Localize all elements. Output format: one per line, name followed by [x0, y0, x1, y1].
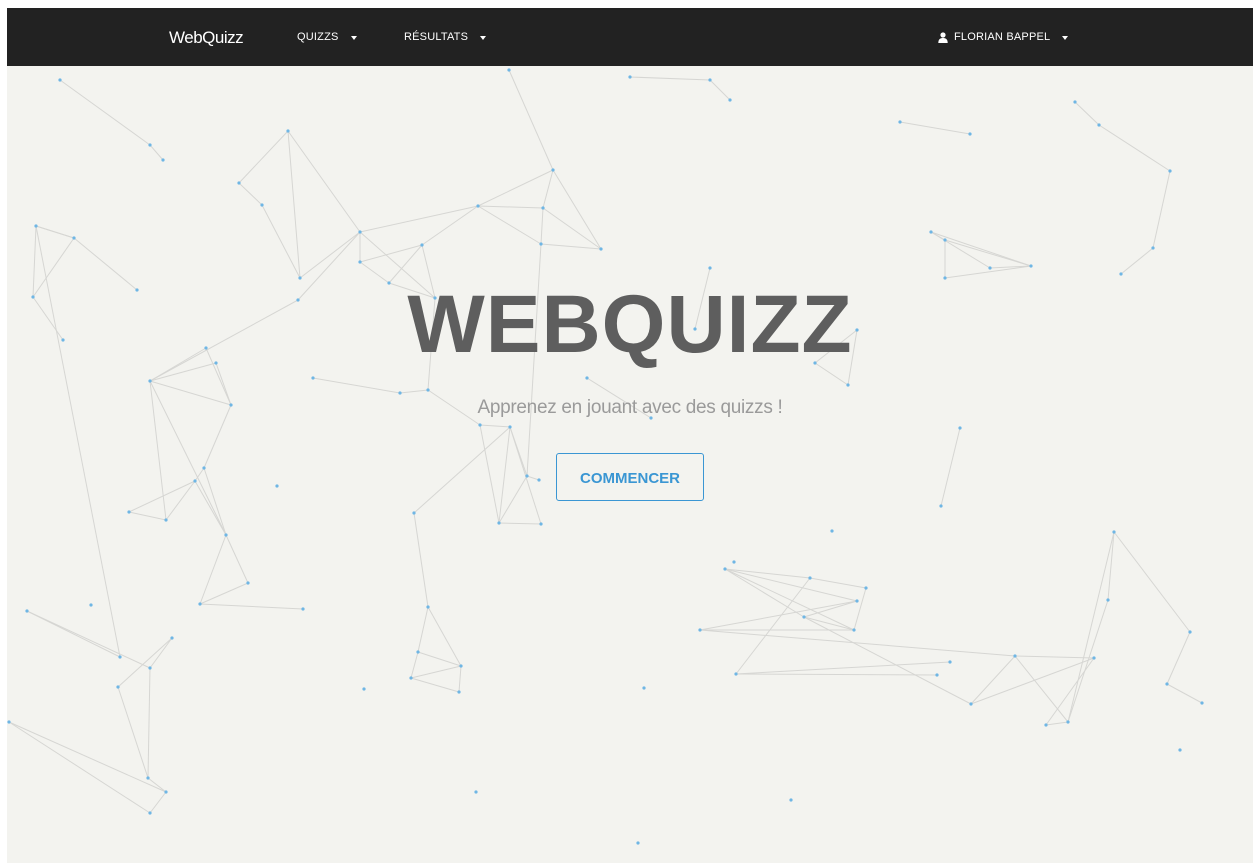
nav-results-dropdown[interactable]: RÉSULTATS	[404, 31, 487, 43]
brand-link[interactable]: WebQuizz	[169, 28, 244, 48]
nav-quizzs-dropdown[interactable]: QUIZZS	[297, 31, 357, 43]
user-icon	[938, 31, 948, 43]
hero-section: WEBQUIZZ Apprenez en jouant avec des qui…	[7, 8, 1253, 863]
caret-down-icon	[480, 35, 487, 40]
caret-down-icon	[350, 35, 357, 40]
top-navbar: WebQuizz QUIZZS RÉSULTATS FLORIAN BAPPEL	[7, 8, 1253, 66]
user-menu-dropdown[interactable]: FLORIAN BAPPEL	[938, 31, 1069, 43]
hero-subtitle: Apprenez en jouant avec des quizzs !	[477, 397, 783, 418]
caret-down-icon	[1062, 35, 1069, 40]
nav-results-label: RÉSULTATS	[404, 31, 469, 43]
nav-quizzs-label: QUIZZS	[297, 31, 339, 43]
start-button[interactable]: COMMENCER	[556, 453, 704, 501]
page-frame: WebQuizz QUIZZS RÉSULTATS FLORIAN BAPPEL…	[7, 8, 1253, 863]
user-name-label: FLORIAN BAPPEL	[954, 31, 1051, 43]
hero-title: WEBQUIZZ	[407, 279, 853, 370]
